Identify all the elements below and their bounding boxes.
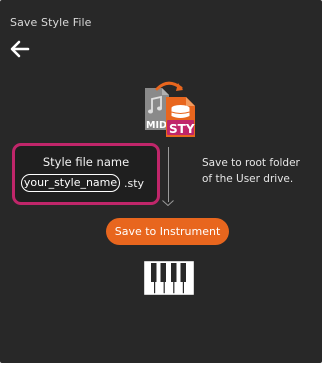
arrow-left-icon — [10, 40, 30, 58]
midi-to-sty-file-icon: MID STY — [140, 80, 200, 140]
destination-line-2: of the User drive. — [202, 173, 294, 185]
svg-text:STY: STY — [169, 122, 195, 136]
save-to-instrument-button[interactable]: Save to Instrument — [106, 218, 229, 245]
back-button[interactable] — [10, 40, 36, 62]
dialog-title: Save Style File — [10, 16, 92, 29]
svg-text:MID: MID — [146, 120, 167, 131]
destination-line-1: Save to root folder — [202, 157, 300, 169]
divider-line — [168, 147, 169, 202]
divider-arrow-icon — [162, 200, 174, 206]
file-extension: .sty — [124, 177, 145, 190]
filename-box: Style file name your_style_name .sty — [12, 143, 160, 205]
save-style-dialog: Save Style File MID STY Style file name … — [0, 0, 322, 363]
destination-info: Save to root folder of the User drive. — [202, 155, 317, 187]
filename-label: Style file name — [42, 155, 130, 169]
filename-input[interactable]: your_style_name — [21, 174, 120, 192]
piano-keyboard-icon — [144, 261, 194, 295]
